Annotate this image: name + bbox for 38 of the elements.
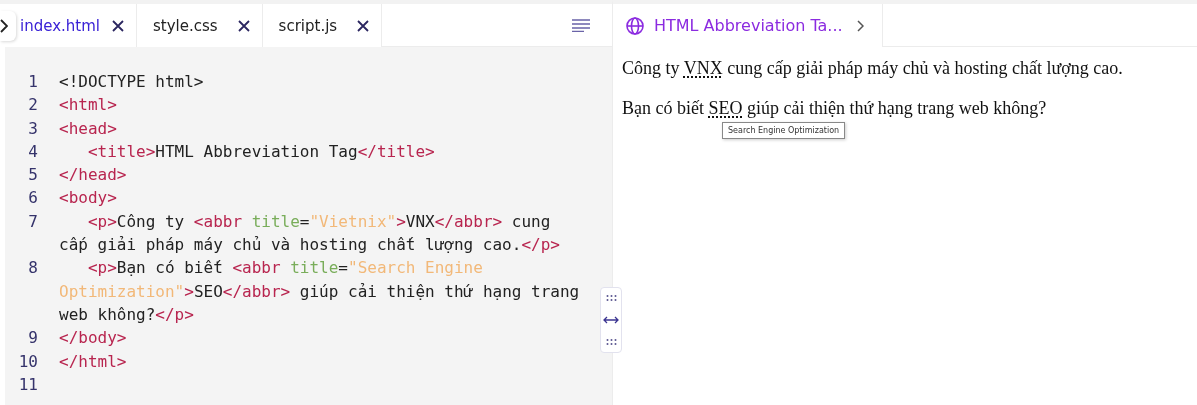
- line-number: 6: [27, 187, 38, 210]
- format-icon[interactable]: [572, 18, 590, 32]
- code-line: <title>HTML Abbreviation Tag</title>: [86, 140, 436, 163]
- resize-arrows-icon: [603, 316, 619, 324]
- close-icon[interactable]: [237, 19, 250, 32]
- code-line: <body>: [59, 187, 118, 210]
- tooltip: Search Engine Optimization: [722, 122, 846, 139]
- line-number: 4: [27, 140, 38, 163]
- expand-toggle[interactable]: [0, 10, 16, 41]
- code-line: </head>: [59, 164, 128, 187]
- line-number: 1: [27, 71, 38, 93]
- code-line: <p>Bạn có biết <abbr title="Search Engine Optimization">SEO</abbr> giúp cải thiện thứ hạng trang web không?</p>: [59, 257, 581, 326]
- line-number: 8: [27, 257, 38, 280]
- code-line: </html>: [59, 350, 128, 373]
- preview-tab[interactable]: HTML Abbreviation Ta...: [613, 4, 883, 47]
- chevron-right-icon: [0, 18, 8, 33]
- paragraph: Bạn có biết SEO giúp cải thiện thứ hạng trang web không?: [622, 97, 1048, 119]
- line-number: 10: [17, 350, 38, 373]
- close-icon[interactable]: [112, 19, 124, 32]
- globe-icon: [626, 16, 644, 35]
- close-icon[interactable]: [357, 19, 370, 32]
- grip-icon: [605, 295, 617, 302]
- paragraph: Công ty VNX cung cấp giải pháp máy chủ và hosting chất lượng cao.: [622, 57, 1124, 79]
- code-line: <p>Công ty <abbr title="Vietnix">VNX</abbr> cung cấp giải pháp máy chủ và hosting chất lượng cao.</p>: [59, 210, 561, 257]
- code-line: <html>: [59, 94, 118, 117]
- code-line: <head>: [59, 117, 118, 140]
- line-number: 5: [27, 164, 38, 187]
- code-line: </body>: [59, 327, 128, 350]
- line-number: 9: [27, 327, 38, 350]
- code-editor[interactable]: [5, 47, 612, 405]
- line-number: 2: [27, 94, 38, 117]
- grip-icon: [605, 338, 617, 345]
- line-number: 3: [27, 117, 38, 140]
- line-number: 11: [17, 373, 38, 396]
- chevron-right-icon[interactable]: [856, 19, 864, 32]
- code-line: <!DOCTYPE html>: [59, 71, 205, 93]
- resize-handle[interactable]: [600, 287, 622, 353]
- line-number: 7: [27, 210, 38, 233]
